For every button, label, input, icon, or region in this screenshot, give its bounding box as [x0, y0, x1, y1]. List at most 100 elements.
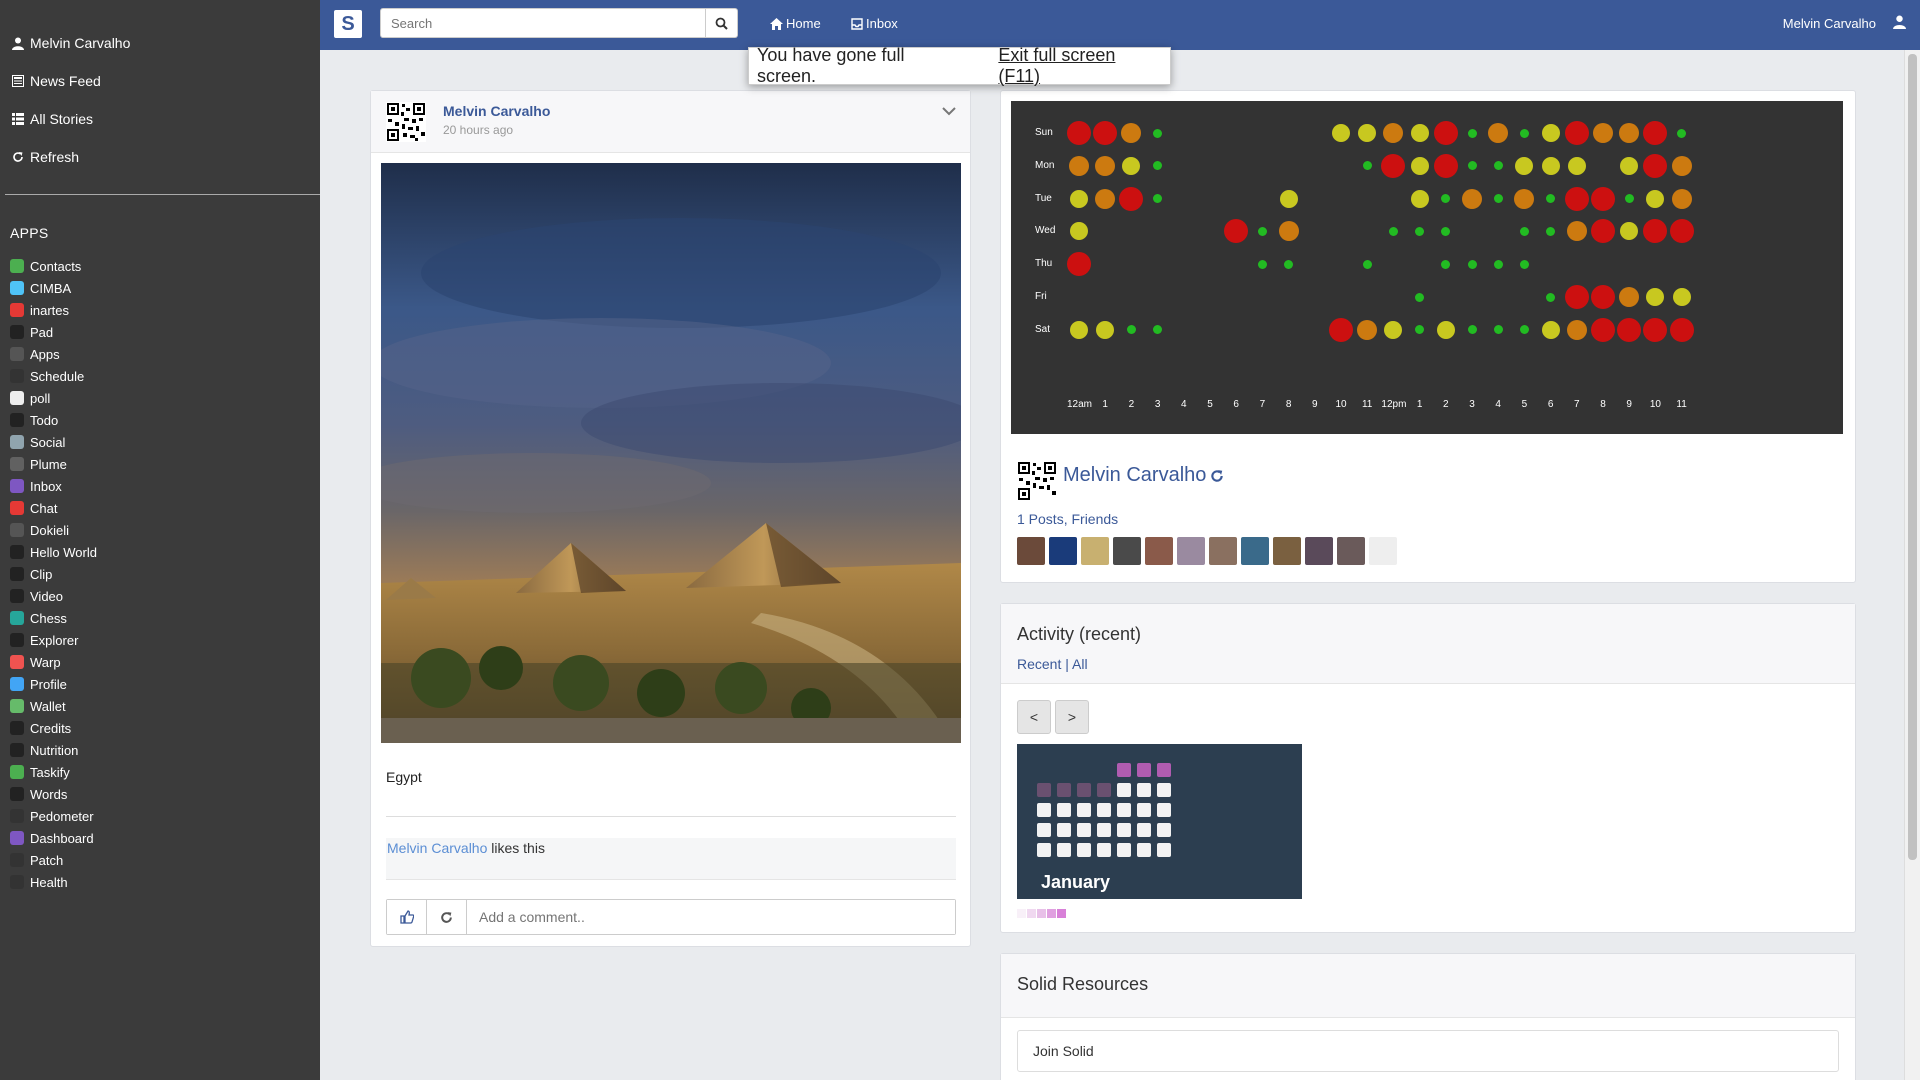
sidebar-app-hello-world[interactable]: Hello World: [10, 541, 320, 563]
friend-avatar[interactable]: [1177, 537, 1205, 565]
all-link[interactable]: All: [1072, 656, 1088, 672]
friend-avatar[interactable]: [1305, 537, 1333, 565]
top-navbar: S Home Inbox Melvin Carvalho: [320, 0, 1920, 50]
sidebar-app-dokieli[interactable]: Dokieli: [10, 519, 320, 541]
profile-card: Sun Mon Tue Wed Thu Fri Sat 12am 1 2 3 4 5 6 7 8 9 10 11 12…: [1000, 90, 1856, 583]
punchcard-dot: [1493, 194, 1503, 204]
sidebar-item-news-feed[interactable]: News Feed: [10, 62, 310, 100]
sidebar-app-wallet[interactable]: Wallet: [10, 695, 320, 717]
search-button[interactable]: [706, 8, 738, 38]
page-scrollbar[interactable]: [1904, 50, 1920, 1080]
comment-input[interactable]: [467, 900, 955, 934]
friends-link[interactable]: Friends: [1071, 511, 1118, 527]
friend-avatar[interactable]: [1017, 537, 1045, 565]
sidebar-divider: [5, 194, 320, 195]
app-label: Apps: [30, 346, 60, 362]
topbar-username[interactable]: Melvin Carvalho: [1783, 16, 1876, 31]
sidebar-app-profile[interactable]: Profile: [10, 673, 320, 695]
punchcard-dot: [1278, 221, 1299, 242]
sidebar-app-explorer[interactable]: Explorer: [10, 629, 320, 651]
punchcard-dot: [1093, 121, 1118, 145]
sidebar-app-cimba[interactable]: CIMBA: [10, 277, 320, 299]
friend-avatar[interactable]: [1369, 537, 1397, 565]
friend-avatar[interactable]: [1337, 537, 1365, 565]
post-author-name[interactable]: Melvin Carvalho: [443, 103, 550, 119]
friend-avatar[interactable]: [1273, 537, 1301, 565]
nav-home-link[interactable]: Home: [770, 16, 821, 31]
search-input[interactable]: [380, 8, 706, 38]
punchcard-dot: [1284, 259, 1294, 269]
profile-qr-avatar[interactable]: [1017, 461, 1057, 504]
sidebar-app-social[interactable]: Social: [10, 431, 320, 453]
sidebar-app-inartes[interactable]: inartes: [10, 299, 320, 321]
friend-avatar[interactable]: [1049, 537, 1077, 565]
app-label: Video: [30, 588, 64, 604]
calendar-day-cell: [1037, 823, 1051, 837]
sidebar-app-chess[interactable]: Chess: [10, 607, 320, 629]
recent-link[interactable]: Recent: [1017, 656, 1061, 672]
like-button[interactable]: [387, 900, 427, 934]
fullscreen-message: You have gone full screen.: [757, 45, 905, 86]
sidebar-app-dashboard[interactable]: Dashboard: [10, 827, 320, 849]
calendar-day-cell: [1057, 783, 1071, 797]
legend-swatch: [1047, 909, 1056, 918]
author-qr-avatar[interactable]: [386, 102, 426, 142]
sidebar-app-todo[interactable]: Todo: [10, 409, 320, 431]
friend-avatar[interactable]: [1209, 537, 1237, 565]
friend-avatar[interactable]: [1241, 537, 1269, 565]
sidebar-item-refresh[interactable]: Refresh: [10, 138, 310, 176]
join-solid-link[interactable]: Join Solid: [1017, 1030, 1839, 1072]
punchcard-dot: [1541, 124, 1560, 142]
nav-inbox-link[interactable]: Inbox: [851, 16, 898, 31]
app-label: Schedule: [30, 368, 85, 384]
punchcard-hour-label: 5: [1207, 399, 1213, 410]
sidebar-app-pad[interactable]: Pad: [10, 321, 320, 343]
sidebar-app-warp[interactable]: Warp: [10, 651, 320, 673]
sidebar-app-plume[interactable]: Plume: [10, 453, 320, 475]
sidebar-app-credits[interactable]: Credits: [10, 717, 320, 739]
calendar-day-cell: [1137, 803, 1151, 817]
sidebar-item-profile[interactable]: Melvin Carvalho: [10, 24, 310, 62]
exit-fullscreen-link[interactable]: Exit full screen (F11): [998, 45, 1162, 87]
app-label: Inbox: [30, 478, 62, 494]
sidebar-app-taskify[interactable]: Taskify: [10, 761, 320, 783]
sidebar-app-words[interactable]: Words: [10, 783, 320, 805]
posts-link[interactable]: 1 Posts: [1017, 511, 1064, 527]
post-image[interactable]: [381, 163, 961, 743]
sidebar-item-all-stories[interactable]: All Stories: [10, 100, 310, 138]
chevron-down-icon[interactable]: [942, 103, 956, 119]
punchcard-dot: [1564, 121, 1589, 145]
app-label: Pad: [30, 324, 54, 340]
prev-button[interactable]: <: [1017, 700, 1051, 734]
refresh-icon[interactable]: [1210, 469, 1224, 483]
profile-name-link[interactable]: Melvin Carvalho: [1063, 464, 1224, 487]
app-logo[interactable]: S: [334, 10, 362, 38]
friend-avatar[interactable]: [1113, 537, 1141, 565]
liker-link[interactable]: Melvin Carvalho: [387, 840, 487, 856]
friend-avatar[interactable]: [1145, 537, 1173, 565]
sidebar-app-nutrition[interactable]: Nutrition: [10, 739, 320, 761]
next-button[interactable]: >: [1055, 700, 1089, 734]
calendar-day-cell: [1037, 843, 1051, 857]
sidebar-app-inbox[interactable]: Inbox: [10, 475, 320, 497]
sidebar-app-video[interactable]: Video: [10, 585, 320, 607]
sidebar-app-schedule[interactable]: Schedule: [10, 365, 320, 387]
app-label: Hello World: [30, 544, 97, 560]
sidebar-app-chat[interactable]: Chat: [10, 497, 320, 519]
sidebar-app-pedometer[interactable]: Pedometer: [10, 805, 320, 827]
user-icon[interactable]: [1893, 15, 1906, 32]
punchcard-dot: [1384, 320, 1403, 339]
sidebar-app-poll[interactable]: poll: [10, 387, 320, 409]
sidebar-app-apps[interactable]: Apps: [10, 343, 320, 365]
friend-avatar[interactable]: [1081, 537, 1109, 565]
app-label: Words: [30, 786, 68, 802]
punchcard-hour-label: 8: [1285, 399, 1292, 410]
calendar-day-cell: [1117, 843, 1131, 857]
sidebar-app-health[interactable]: Health: [10, 871, 320, 893]
share-button[interactable]: [427, 900, 467, 934]
calendar-day-cell: [1077, 803, 1091, 817]
sidebar-app-clip[interactable]: Clip: [10, 563, 320, 585]
sidebar-app-patch[interactable]: Patch: [10, 849, 320, 871]
scrollbar-thumb[interactable]: [1908, 54, 1917, 860]
sidebar-app-contacts[interactable]: Contacts: [10, 255, 320, 277]
